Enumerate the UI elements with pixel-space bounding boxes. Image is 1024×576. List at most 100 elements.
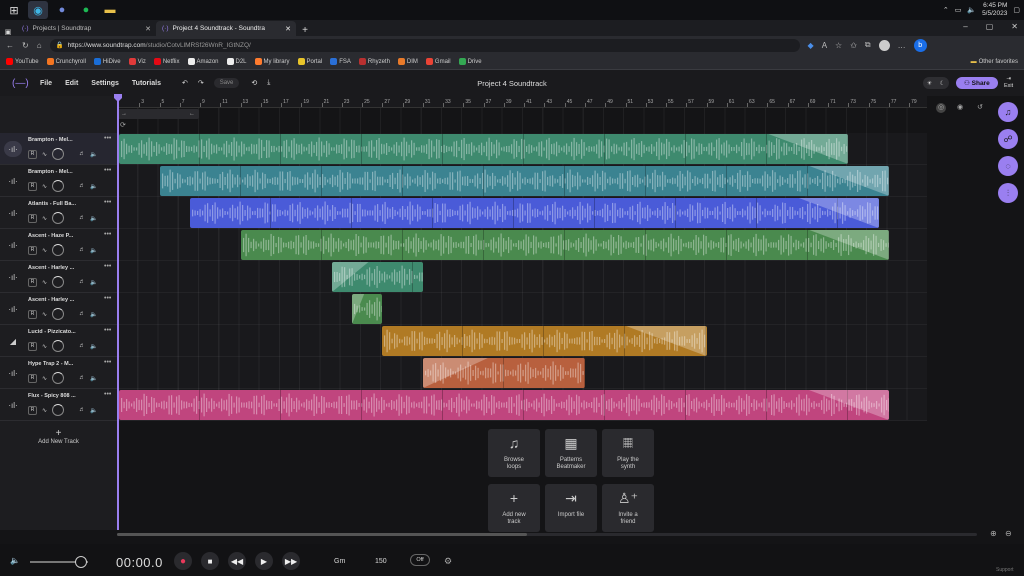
spotify-icon[interactable]: ● xyxy=(76,1,96,19)
audio-clip[interactable] xyxy=(119,390,889,420)
add-new-track-button[interactable]: + Add New Track xyxy=(0,428,117,445)
favorite-star-icon[interactable]: ☆ xyxy=(835,41,842,50)
headphones-icon[interactable]: ♬ xyxy=(79,343,85,349)
profile-avatar[interactable] xyxy=(878,39,890,51)
horizontal-scrollbar[interactable] xyxy=(117,533,977,536)
track-more-icon[interactable]: ••• xyxy=(104,391,111,398)
automation-icon[interactable]: ∿ xyxy=(42,183,47,190)
favorites-icon[interactable]: ✩ xyxy=(850,41,857,50)
track-name[interactable]: Ascent - Harley ... xyxy=(28,265,100,271)
waveform-icon[interactable]: ·ıl· xyxy=(4,205,22,221)
audio-clip[interactable] xyxy=(159,166,889,196)
volume-icon[interactable]: 🔈 xyxy=(967,6,976,14)
save-button[interactable]: Save xyxy=(213,78,240,88)
zoom-out-icon[interactable]: ⊖ xyxy=(1005,529,1012,538)
waveform-icon[interactable]: ·ıl· xyxy=(4,141,22,157)
mute-speaker-icon[interactable]: 🔈 xyxy=(90,151,97,158)
audio-clip[interactable] xyxy=(240,230,889,260)
volume-knob[interactable] xyxy=(52,212,65,224)
bookmark-portal[interactable]: Portal xyxy=(297,58,322,65)
record-arm-button[interactable]: R xyxy=(28,309,37,319)
bookmark-d2l[interactable]: D2L xyxy=(226,58,247,65)
extension-icon[interactable]: ◆ xyxy=(808,41,814,50)
volume-knob[interactable] xyxy=(52,276,65,288)
track-header[interactable]: ·ıl· Ascent - Haze P... ••• R ∿ ♬ 🔈 xyxy=(0,229,117,261)
master-volume-thumb[interactable] xyxy=(75,556,87,568)
bookmark-drive[interactable]: Drive xyxy=(458,58,482,65)
bookmark-my-library[interactable]: My library xyxy=(254,58,290,65)
track-lane[interactable] xyxy=(117,293,927,325)
headphones-icon[interactable]: ♬ xyxy=(79,151,85,157)
url-field[interactable]: 🔒 https://www.soundtrap.com /studio/Cotv… xyxy=(49,38,800,52)
tab-projects[interactable]: (·) Projects | Soundtrap ✕ xyxy=(16,21,156,36)
undo-icon[interactable]: ↶ xyxy=(182,79,188,87)
track-header[interactable]: ·ıl· Hype Trap 2 - M... ••• R ∿ ♬ 🔈 xyxy=(0,357,117,389)
headphones-icon[interactable]: ♬ xyxy=(79,247,85,253)
track-header[interactable]: ·ıl· Flux - Spicy 808 ... ••• R ∿ ♬ 🔈 xyxy=(0,389,117,421)
music-library-button[interactable]: ♫ xyxy=(998,102,1018,122)
track-lane[interactable] xyxy=(117,261,927,293)
headphones-icon[interactable]: ♬ xyxy=(79,375,85,381)
loop-toggle-icon[interactable]: ⟳ xyxy=(120,121,126,129)
volume-knob[interactable] xyxy=(52,404,65,416)
menu-edit[interactable]: Edit xyxy=(65,80,78,87)
tab-actions-icon[interactable]: ▣ xyxy=(0,28,16,36)
mute-speaker-icon[interactable]: 🔈 xyxy=(90,279,97,286)
automation-icon[interactable]: ∿ xyxy=(42,215,47,222)
loop-region[interactable]: → ← xyxy=(117,109,199,119)
quick-action-add-new[interactable]: + Add new track xyxy=(488,484,540,532)
track-header[interactable]: ·ıl· Brampton - Mel... ••• R ∿ ♬ 🔈 xyxy=(0,165,117,197)
record-arm-button[interactable]: R xyxy=(28,373,37,383)
new-tab-icon[interactable]: + xyxy=(296,25,314,36)
tray-chevron-icon[interactable]: ⌃ xyxy=(943,6,949,14)
bookmark-viz[interactable]: Viz xyxy=(128,58,146,65)
track-name[interactable]: Ascent - Harley ... xyxy=(28,297,100,303)
synth-icon[interactable]: ◢ xyxy=(4,333,22,349)
home-icon[interactable]: ⌂ xyxy=(37,41,42,50)
track-header[interactable]: ◢ Lucid - Pizzicato... ••• R ∿ ♬ 🔈 xyxy=(0,325,117,357)
volume-knob[interactable] xyxy=(52,372,65,384)
minimize-icon[interactable]: – xyxy=(963,22,967,31)
waveform-icon[interactable]: ·ıl· xyxy=(4,397,22,413)
record-arm-button[interactable]: R xyxy=(28,213,37,223)
bookmark-gmail[interactable]: Gmail xyxy=(425,58,451,65)
automation-icon[interactable]: ∿ xyxy=(42,279,47,286)
quick-action-import-file[interactable]: ⇥ Import file xyxy=(545,484,597,532)
track-header[interactable]: ·ıl· Ascent - Harley ... ••• R ∿ ♬ 🔈 xyxy=(0,261,117,293)
close-window-icon[interactable]: ✕ xyxy=(1011,22,1018,31)
volume-knob[interactable] xyxy=(52,180,65,192)
close-tab-icon[interactable]: ✕ xyxy=(285,25,291,33)
volume-knob[interactable] xyxy=(52,308,65,320)
track-more-icon[interactable]: ••• xyxy=(104,199,111,206)
mute-speaker-icon[interactable]: 🔈 xyxy=(90,183,97,190)
download-icon[interactable]: ⤓ xyxy=(267,79,270,87)
audio-clip[interactable] xyxy=(189,198,879,228)
quick-action-play-the[interactable]: 𝄜 Play the synth xyxy=(602,429,654,477)
collaborators-button[interactable]: ☍ xyxy=(998,129,1018,149)
bookmark-netflix[interactable]: Netflix xyxy=(153,58,180,65)
fast-forward-button[interactable]: ▶▶ xyxy=(282,552,300,570)
playhead[interactable] xyxy=(117,94,119,530)
track-more-icon[interactable]: ••• xyxy=(104,327,111,334)
waveform-icon[interactable]: ·ıl· xyxy=(4,237,22,253)
collections-icon[interactable]: ⧉ xyxy=(865,40,871,50)
file-explorer-icon[interactable]: ▬ xyxy=(100,1,120,19)
track-name[interactable]: Flux - Spicy 808 ... xyxy=(28,393,100,399)
timeline-ruler[interactable]: 3 5 7 9 11 13 15 17 19 21 23 25 27 29 31 33 35 37 39 41 43 45… xyxy=(117,96,927,108)
exit-button[interactable]: ⇥ Exit xyxy=(1004,76,1013,90)
headphones-icon[interactable]: ♬ xyxy=(79,407,85,413)
audio-clip[interactable] xyxy=(351,294,383,324)
windows-icon[interactable]: ⊞ xyxy=(4,1,24,19)
bpm-display[interactable]: 150 xyxy=(375,558,387,565)
discord-icon[interactable]: ● xyxy=(52,1,72,19)
track-header[interactable]: ·ıl· Ascent - Harley ... ••• R ∿ ♬ 🔈 xyxy=(0,293,117,325)
track-more-icon[interactable]: ••• xyxy=(104,359,111,366)
gear-icon[interactable]: ⚙ xyxy=(444,556,452,567)
mute-speaker-icon[interactable]: 🔈 xyxy=(90,407,97,414)
headphones-icon[interactable]: ♬ xyxy=(79,311,85,317)
track-name[interactable]: Atlantis - Full Ba... xyxy=(28,201,100,207)
bookmark-fsa[interactable]: FSA xyxy=(330,58,351,65)
camera-icon[interactable]: ◎ xyxy=(936,103,946,113)
audio-clip[interactable] xyxy=(422,358,585,388)
headphones-icon[interactable]: ♬ xyxy=(79,183,85,189)
